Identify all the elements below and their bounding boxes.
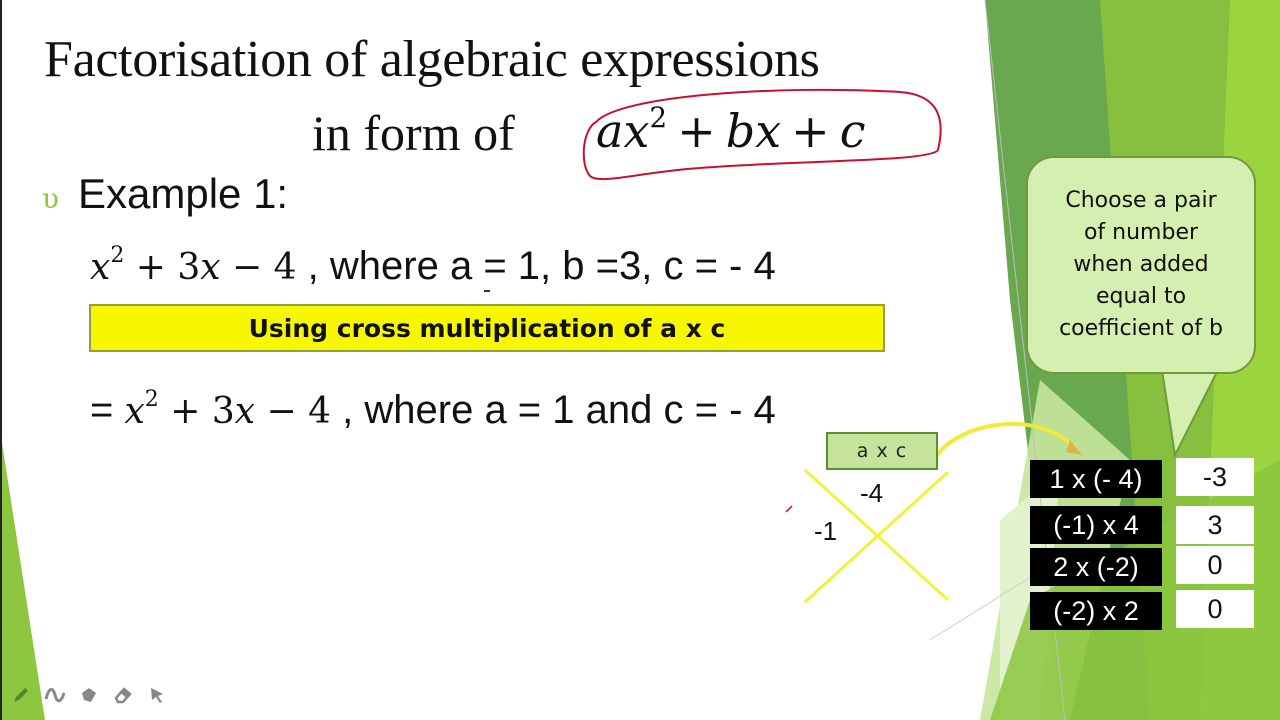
pair-sum: 0 bbox=[1176, 590, 1254, 628]
slide-title: Factorisation of algebraic expressions bbox=[44, 31, 820, 88]
fill-bucket-icon[interactable] bbox=[78, 684, 100, 706]
callout-text: Choose a pair of number when added equal… bbox=[1059, 188, 1223, 341]
formula-plus: + bbox=[677, 104, 716, 158]
method-banner: Using cross multiplication of a x c bbox=[89, 304, 885, 352]
highlighter-icon[interactable] bbox=[44, 684, 66, 706]
pair-sum: -3 bbox=[1176, 458, 1254, 496]
formula-x: x bbox=[623, 104, 650, 158]
equation-2-eq-sign: = bbox=[90, 388, 125, 432]
cross-top-value: -4 bbox=[860, 478, 884, 508]
formula-plus-2: + bbox=[791, 104, 830, 158]
presenter-toolbar bbox=[10, 684, 168, 706]
equation-line-2: = x2 + 3x − 4 , where a = 1 and c = - 4 bbox=[90, 387, 776, 433]
axc-label-box: a x c bbox=[826, 432, 938, 470]
callout-bubble: Choose a pair of number when added equal… bbox=[1026, 156, 1256, 374]
equation-1-math: x2 + 3x − 4 bbox=[90, 243, 297, 288]
formula-c: c bbox=[839, 104, 866, 158]
pair-sum: 0 bbox=[1176, 546, 1254, 584]
slide-subtitle: in form of bbox=[312, 105, 515, 161]
formula-a: a bbox=[596, 104, 624, 158]
formula-exponent: 2 bbox=[649, 100, 668, 134]
example-label: Example 1: bbox=[78, 170, 289, 217]
pen-icon[interactable] bbox=[10, 684, 32, 706]
pair-label: 1 x (- 4) bbox=[1030, 460, 1162, 498]
equation-line-1: x2 + 3x − 4 , where a = 1, b =3, c = - 4 bbox=[90, 243, 776, 289]
pair-label: (-1) x 4 bbox=[1030, 506, 1162, 544]
eraser-icon[interactable] bbox=[112, 684, 134, 706]
pair-label: 2 x (-2) bbox=[1030, 548, 1162, 586]
pair-sum: 3 bbox=[1176, 506, 1254, 544]
formula-x2: x bbox=[755, 104, 782, 158]
equation-2-math: x2 + 3x − 4 bbox=[124, 387, 332, 432]
equation-1-text: , where a = 1, b =3, c = - 4 bbox=[296, 244, 776, 288]
pen-mark bbox=[785, 505, 793, 513]
formula-b: b bbox=[725, 104, 756, 158]
general-form-formula: ax2 + bx + c bbox=[596, 100, 866, 158]
pair-label: (-2) x 2 bbox=[1030, 592, 1162, 630]
equation-2-text: , where a = 1 and c = - 4 bbox=[331, 388, 776, 432]
bg-left-wedge bbox=[0, 430, 45, 720]
bullet-icon: υ bbox=[42, 182, 60, 215]
pointer-arrow-icon[interactable] bbox=[146, 684, 168, 706]
cross-left-value: -1 bbox=[814, 516, 838, 546]
